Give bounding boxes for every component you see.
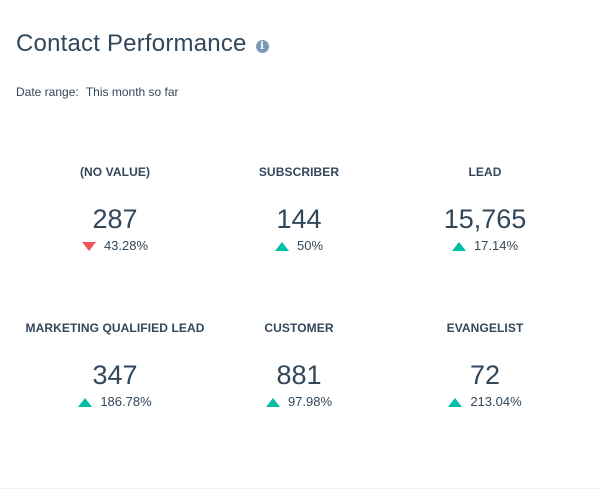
stat-subscriber: SUBSCRIBER 144 50% xyxy=(199,164,399,255)
stat-change-value: 97.98% xyxy=(287,394,333,409)
stat-marketing-qualified-lead: MARKETING QUALIFIED LEAD 347 186.78% xyxy=(15,320,215,411)
stat-change: 50% xyxy=(199,237,399,255)
stat-label: LEAD xyxy=(468,165,502,179)
divider xyxy=(0,488,600,489)
stat-change-value: 43.28% xyxy=(103,238,149,253)
stats-grid: (NO VALUE) 287 43.28% SUBSCRIBER 144 50%… xyxy=(0,0,600,491)
stat-label: CUSTOMER xyxy=(264,321,334,335)
stat-label: (NO VALUE) xyxy=(79,165,151,179)
arrow-up-icon xyxy=(448,397,463,407)
stat-change: 97.98% xyxy=(199,393,399,411)
stat-value: 144 xyxy=(276,204,322,234)
stat-change-value: 50% xyxy=(296,238,324,253)
stat-label: MARKETING QUALIFIED LEAD xyxy=(25,321,205,335)
stat-value: 72 xyxy=(469,360,501,390)
stat-change: 186.78% xyxy=(15,393,215,411)
stat-customer: CUSTOMER 881 97.98% xyxy=(199,320,399,411)
arrow-up-icon xyxy=(274,241,289,251)
stat-no-value: (NO VALUE) 287 43.28% xyxy=(15,164,215,255)
stat-label: SUBSCRIBER xyxy=(258,165,340,179)
arrow-down-icon xyxy=(81,241,96,251)
stat-change: 43.28% xyxy=(15,237,215,255)
stat-value: 287 xyxy=(92,204,138,234)
stat-value: 347 xyxy=(92,360,138,390)
arrow-up-icon xyxy=(451,241,466,251)
arrow-up-icon xyxy=(78,397,93,407)
contact-performance-card: Contact Performance i Date range: This m… xyxy=(0,0,600,491)
stat-change: 17.14% xyxy=(385,237,585,255)
stat-value: 15,765 xyxy=(443,204,527,234)
stat-change-value: 17.14% xyxy=(473,238,519,253)
stat-label: EVANGELIST xyxy=(446,321,524,335)
stat-evangelist: EVANGELIST 72 213.04% xyxy=(385,320,585,411)
arrow-up-icon xyxy=(265,397,280,407)
stat-lead: LEAD 15,765 17.14% xyxy=(385,164,585,255)
stat-change: 213.04% xyxy=(385,393,585,411)
stat-change-value: 213.04% xyxy=(470,394,522,409)
stat-value: 881 xyxy=(276,360,322,390)
stat-change-value: 186.78% xyxy=(100,394,152,409)
